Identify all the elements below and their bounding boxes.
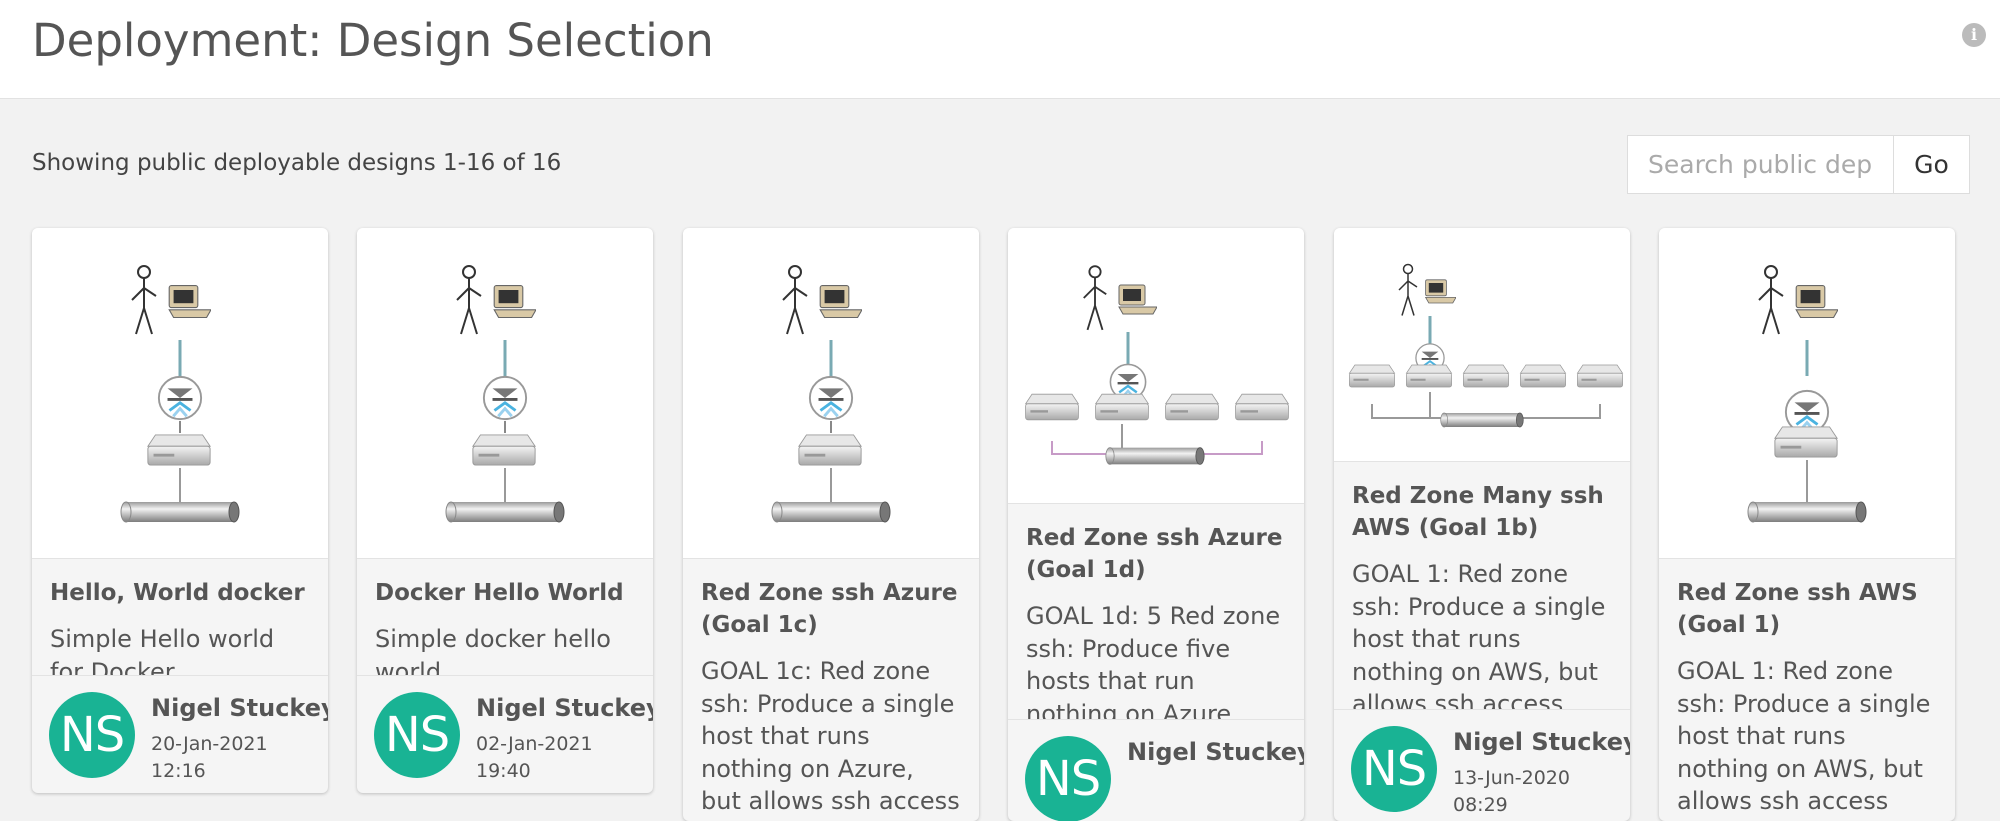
card-time: 19:40 [476, 760, 531, 782]
card-description: GOAL 1: Red zone ssh: Produce a single h… [1352, 560, 1606, 709]
card-date: 20-Jan-2021 [151, 733, 268, 755]
avatar: NS [1025, 736, 1111, 821]
card-date: 13-Jun-2020 [1453, 767, 1570, 789]
design-card[interactable]: Hello, World docker Simple Hello world f… [32, 228, 328, 793]
card-description: Simple docker hello world [375, 625, 611, 675]
design-diagram [32, 228, 328, 559]
card-description: GOAL 1: Red zone ssh: Produce a single h… [1677, 657, 1931, 816]
avatar: NS [49, 692, 135, 778]
design-diagram [357, 228, 653, 559]
author-name: Nigel Stuckey [476, 694, 653, 722]
search-input[interactable] [1628, 136, 1893, 193]
design-card[interactable]: Red Zone ssh Azure (Goal 1c) GOAL 1c: Re… [683, 228, 979, 821]
author-name: Nigel Stuckey [151, 694, 328, 722]
card-title: Hello, World docker [50, 580, 305, 606]
card-title: Red Zone ssh Azure (Goal 1c) [701, 580, 958, 638]
design-diagram [1008, 228, 1304, 504]
avatar: NS [374, 692, 460, 778]
card-footer: NS Nigel Stuckey 02-Jan-2021 19:40 [357, 675, 653, 793]
card-time: 12:16 [151, 760, 206, 782]
design-diagram [683, 228, 979, 559]
avatar: NS [1351, 726, 1437, 812]
card-description: GOAL 1d: 5 Red zone ssh: Produce five ho… [1026, 602, 1281, 719]
card-title: Docker Hello World [375, 580, 624, 606]
design-card[interactable]: Red Zone ssh AWS (Goal 1) GOAL 1: Red zo… [1659, 228, 1955, 821]
card-title: Red Zone Many ssh AWS (Goal 1b) [1352, 483, 1604, 541]
search-bar: Go [1627, 135, 1970, 194]
author-name: Nigel Stuckey [1453, 728, 1630, 756]
design-diagram [1659, 228, 1955, 559]
card-footer: NS Nigel Stuckey [1008, 719, 1304, 821]
info-icon[interactable]: i [1962, 23, 1986, 47]
author-name: Nigel Stuckey [1127, 738, 1304, 766]
card-time: 08:29 [1453, 794, 1508, 816]
card-title: Red Zone ssh Azure (Goal 1d) [1026, 525, 1283, 583]
design-card[interactable]: Red Zone ssh Azure (Goal 1d) GOAL 1d: 5 … [1008, 228, 1304, 821]
card-date: 02-Jan-2021 [476, 733, 593, 755]
card-description: GOAL 1c: Red zone ssh: Produce a single … [701, 657, 960, 816]
card-footer: NS Nigel Stuckey 13-Jun-2020 08:29 [1334, 709, 1630, 821]
results-count: Showing public deployable designs 1-16 o… [32, 150, 562, 176]
card-footer: NS Nigel Stuckey 20-Jan-2021 12:16 [32, 675, 328, 793]
page-header: Deployment: Design Selection i [0, 0, 2000, 99]
design-card[interactable]: Docker Hello World Simple docker hello w… [357, 228, 653, 793]
card-description: Simple Hello world for Docker [50, 625, 275, 675]
design-card[interactable]: Red Zone Many ssh AWS (Goal 1b) GOAL 1: … [1334, 228, 1630, 821]
card-title: Red Zone ssh AWS (Goal 1) [1677, 580, 1918, 638]
go-button[interactable]: Go [1893, 136, 1969, 193]
page-title: Deployment: Design Selection [32, 14, 714, 67]
design-diagram [1334, 228, 1630, 462]
